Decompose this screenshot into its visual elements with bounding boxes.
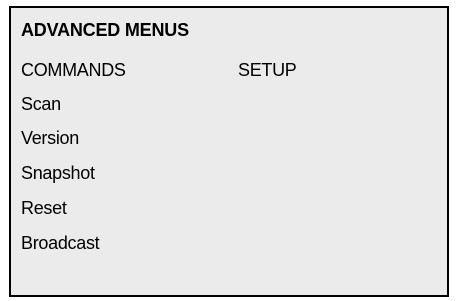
menu-item-scan[interactable]: Scan — [21, 94, 61, 115]
advanced-menus-panel: ADVANCED MENUS COMMANDS SETUP Scan Versi… — [9, 6, 449, 297]
menu-item-version[interactable]: Version — [21, 128, 79, 149]
setup-menu-header[interactable]: SETUP — [238, 60, 297, 81]
menu-item-reset[interactable]: Reset — [21, 198, 67, 219]
menu-item-broadcast[interactable]: Broadcast — [21, 233, 100, 254]
menu-item-snapshot[interactable]: Snapshot — [21, 163, 95, 184]
panel-title: ADVANCED MENUS — [21, 20, 189, 40]
commands-menu-header[interactable]: COMMANDS — [21, 60, 126, 81]
